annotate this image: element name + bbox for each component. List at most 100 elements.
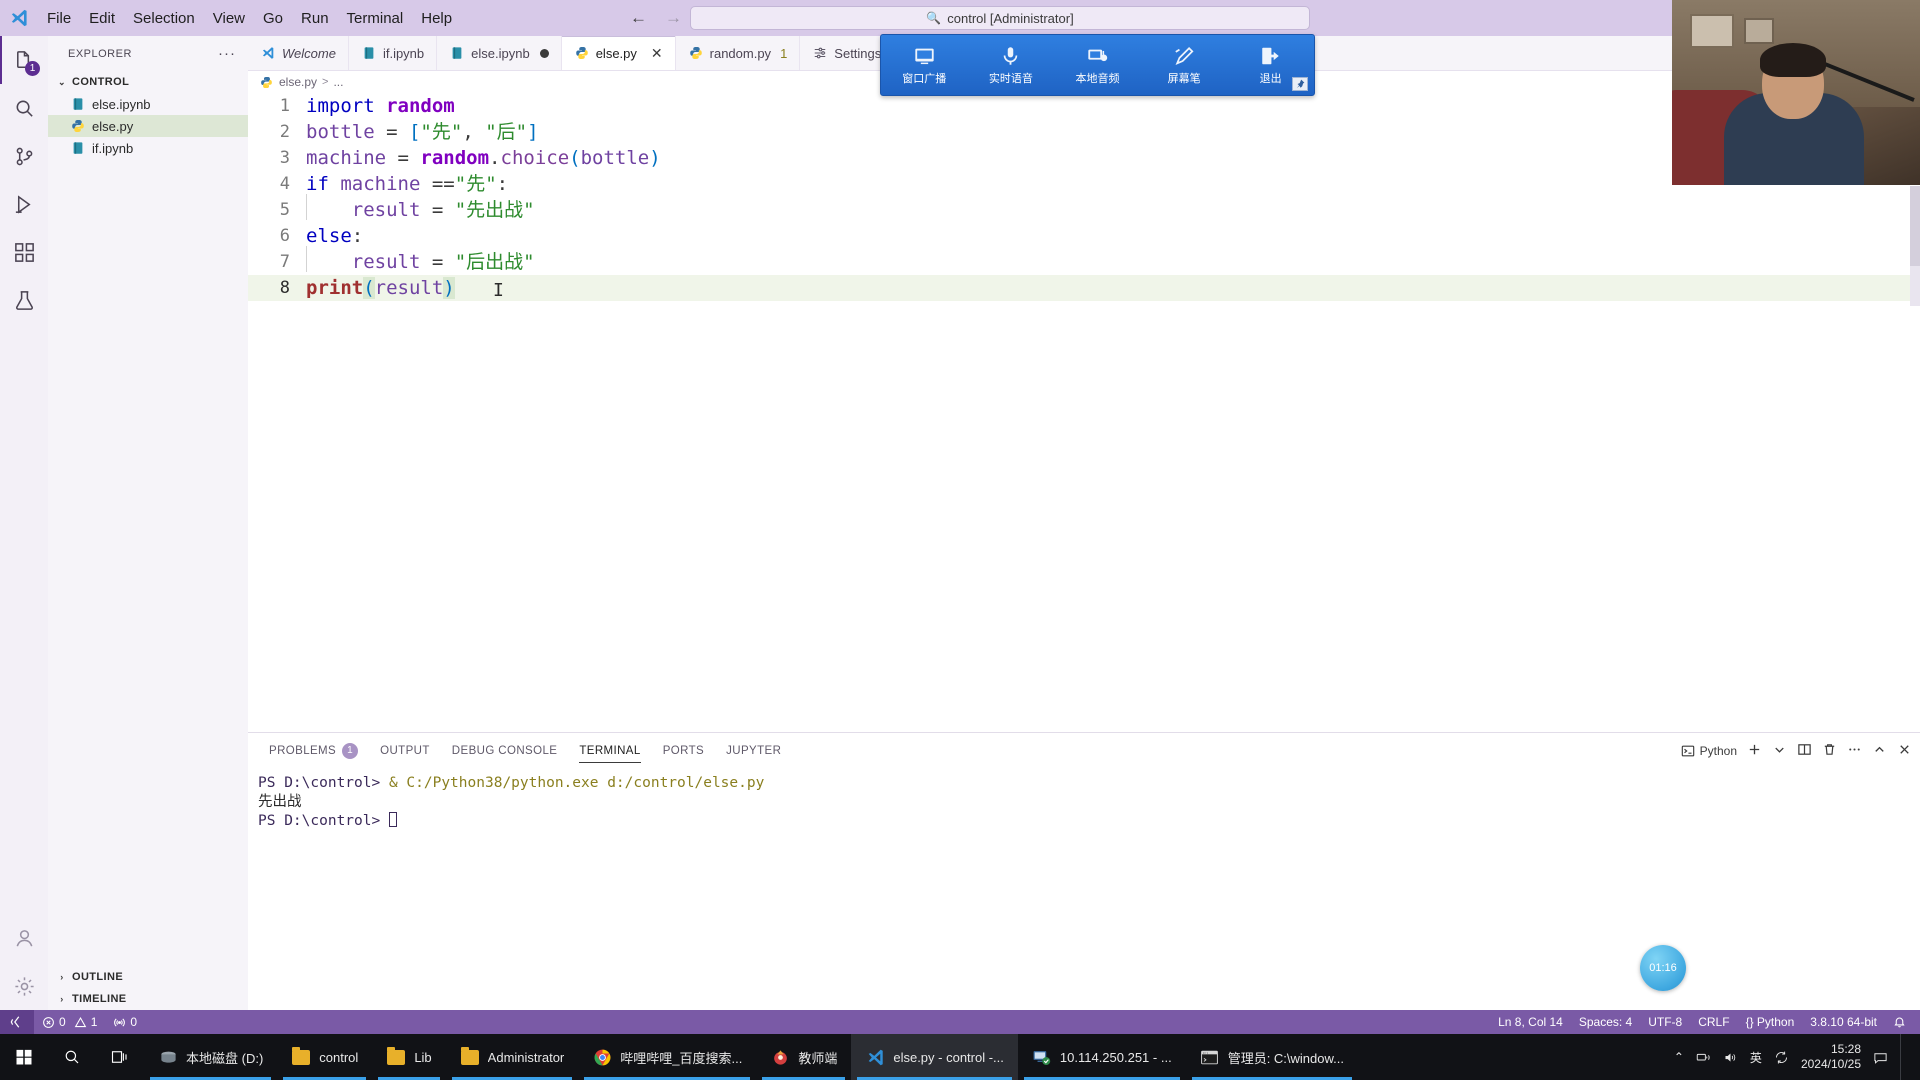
menu-terminal[interactable]: Terminal (338, 0, 413, 36)
breadcrumb-file[interactable]: else.py (279, 75, 317, 89)
ime-indicator[interactable]: 英 (1750, 1049, 1762, 1066)
taskbar-app-console[interactable]: C:\ 管理员: C:\window... (1186, 1034, 1358, 1080)
back-arrow-icon[interactable]: ← (630, 8, 647, 28)
status-encoding[interactable]: UTF-8 (1640, 1010, 1690, 1034)
menu-view[interactable]: View (204, 0, 254, 36)
taskbar-app-remote-desktop[interactable]: 10.114.250.251 - ... (1018, 1034, 1186, 1080)
recording-timer-bubble[interactable]: 01:16 (1640, 945, 1686, 991)
split-terminal-icon[interactable] (1797, 742, 1812, 760)
toolbar-local-audio[interactable]: 本地音频 (1054, 35, 1141, 95)
window-scrollbar-track[interactable] (1910, 266, 1920, 306)
activity-accounts[interactable] (0, 914, 48, 962)
volume-icon[interactable] (1723, 1050, 1738, 1065)
menu-file[interactable]: File (38, 0, 80, 36)
menu-help[interactable]: Help (412, 0, 461, 36)
panel-tab-jupyter[interactable]: JUPYTER (715, 733, 792, 768)
status-ports[interactable]: 0 (105, 1010, 145, 1034)
window-scrollbar-thumb[interactable] (1910, 186, 1920, 266)
bell-icon[interactable] (1885, 1010, 1914, 1034)
search-icon[interactable] (48, 1034, 96, 1080)
notification-icon[interactable] (1873, 1050, 1888, 1065)
tab-if-ipynb[interactable]: if.ipynb (349, 36, 438, 70)
code-line[interactable]: 2 bottle = ["先", "后"] (248, 119, 1920, 145)
tab-dirty-indicator[interactable] (539, 48, 549, 58)
toolbar-live-voice[interactable]: 实时语音 (968, 35, 1055, 95)
taskbar-app-control[interactable]: control (277, 1034, 372, 1080)
code-line[interactable]: 7 result = "后出战" (248, 246, 1920, 275)
code-line[interactable]: 6 else: (248, 223, 1920, 249)
line-content: result = "后出战" (306, 246, 535, 275)
menu-go[interactable]: Go (254, 0, 292, 36)
webcam-video-overlay[interactable] (1672, 0, 1920, 185)
more-actions-icon[interactable] (1847, 742, 1862, 760)
code-line[interactable]: 1 import random (248, 93, 1920, 119)
pin-icon[interactable] (1292, 77, 1308, 91)
menu-edit[interactable]: Edit (80, 0, 124, 36)
tab-welcome[interactable]: Welcome (248, 36, 349, 70)
tray-expand-icon[interactable]: ⌃ (1674, 1050, 1684, 1064)
code-line[interactable]: 3 machine = random.choice(bottle) (248, 145, 1920, 171)
code-line-current[interactable]: 8 print(result) I (248, 275, 1920, 301)
chevron-down-icon[interactable] (1772, 742, 1787, 760)
terminal-shell-selector[interactable]: Python (1681, 744, 1737, 758)
sidebar-more-actions-icon[interactable]: ··· (218, 45, 236, 62)
status-problems[interactable]: 0 1 (34, 1010, 105, 1034)
windows-start-icon[interactable] (0, 1034, 48, 1080)
code-line[interactable]: 5 result = "先出战" (248, 194, 1920, 223)
tab-random-py[interactable]: random.py 1 (676, 36, 801, 70)
activity-run-and-debug[interactable] (0, 180, 48, 228)
forward-arrow-icon[interactable]: → (665, 8, 682, 28)
sync-icon[interactable] (1774, 1050, 1789, 1065)
code-line[interactable]: 4 if machine =="先": (248, 171, 1920, 197)
breadcrumb-trailing[interactable]: ... (333, 75, 343, 89)
kill-terminal-icon[interactable] (1822, 742, 1837, 760)
panel-tab-ports[interactable]: PORTS (652, 733, 715, 768)
activity-manage-settings[interactable] (0, 962, 48, 1010)
toolbar-window-broadcast[interactable]: 窗口广播 (881, 35, 968, 95)
activity-search[interactable] (0, 84, 48, 132)
activity-source-control[interactable] (0, 132, 48, 180)
network-icon[interactable] (1696, 1050, 1711, 1065)
close-icon[interactable]: ✕ (651, 45, 663, 62)
taskbar-app-local-disk[interactable]: 本地磁盘 (D:) (144, 1034, 277, 1080)
taskbar-app-teacher[interactable]: 教师端 (756, 1034, 851, 1080)
code-editor[interactable]: 1 import random 2 bottle = ["先", "后"] 3 … (248, 93, 1920, 732)
chevron-right-icon: › (60, 994, 64, 1004)
maximize-panel-icon[interactable] (1872, 742, 1887, 760)
taskbar-app-chrome[interactable]: 哔哩哔哩_百度搜索... (578, 1034, 756, 1080)
panel-tab-output[interactable]: OUTPUT (369, 733, 441, 768)
close-panel-icon[interactable] (1897, 742, 1912, 760)
remote-window-icon[interactable] (0, 1010, 34, 1034)
menu-selection[interactable]: Selection (124, 0, 204, 36)
sidebar-file-else-py[interactable]: else.py (48, 115, 248, 137)
sidebar-file-else-ipynb[interactable]: else.ipynb (48, 93, 248, 115)
activity-explorer[interactable]: 1 (0, 36, 48, 84)
panel-tab-terminal[interactable]: TERMINAL (568, 733, 651, 768)
taskbar-app-lib[interactable]: Lib (372, 1034, 445, 1080)
tab-else-ipynb[interactable]: else.ipynb (437, 36, 562, 70)
menu-run[interactable]: Run (292, 0, 338, 36)
status-eol[interactable]: CRLF (1690, 1010, 1737, 1034)
tab-else-py[interactable]: else.py ✕ (561, 36, 676, 70)
activity-extensions[interactable] (0, 228, 48, 276)
status-indentation[interactable]: Spaces: 4 (1571, 1010, 1640, 1034)
toolbar-screen-pen[interactable]: 屏幕笔 (1141, 35, 1228, 95)
sidebar-section-timeline[interactable]: › TIMELINE (48, 988, 248, 1010)
status-cursor-position[interactable]: Ln 8, Col 14 (1490, 1010, 1571, 1034)
sidebar-section-control[interactable]: ⌄ CONTROL (48, 71, 248, 93)
show-desktop-button[interactable] (1900, 1034, 1908, 1080)
panel-tab-problems[interactable]: PROBLEMS 1 (258, 733, 369, 768)
activity-testing[interactable] (0, 276, 48, 324)
broadcast-toolbar[interactable]: 窗口广播 实时语音 本地音频 屏幕笔 退出 (880, 34, 1315, 96)
taskbar-app-vscode[interactable]: else.py - control -... (851, 1034, 1018, 1080)
status-language-mode[interactable]: {} Python (1738, 1010, 1803, 1034)
taskbar-app-administrator[interactable]: Administrator (446, 1034, 579, 1080)
panel-tab-debug-console[interactable]: DEBUG CONSOLE (441, 733, 569, 768)
taskbar-clock[interactable]: 15:28 2024/10/25 (1801, 1042, 1861, 1072)
sidebar-section-outline[interactable]: › OUTLINE (48, 966, 248, 988)
new-terminal-icon[interactable] (1747, 742, 1762, 760)
task-view-icon[interactable] (96, 1034, 144, 1080)
sidebar-file-if-ipynb[interactable]: if.ipynb (48, 137, 248, 159)
status-python-interpreter[interactable]: 3.8.10 64-bit (1802, 1010, 1885, 1034)
command-center[interactable]: 🔍 control [Administrator] (690, 6, 1310, 30)
